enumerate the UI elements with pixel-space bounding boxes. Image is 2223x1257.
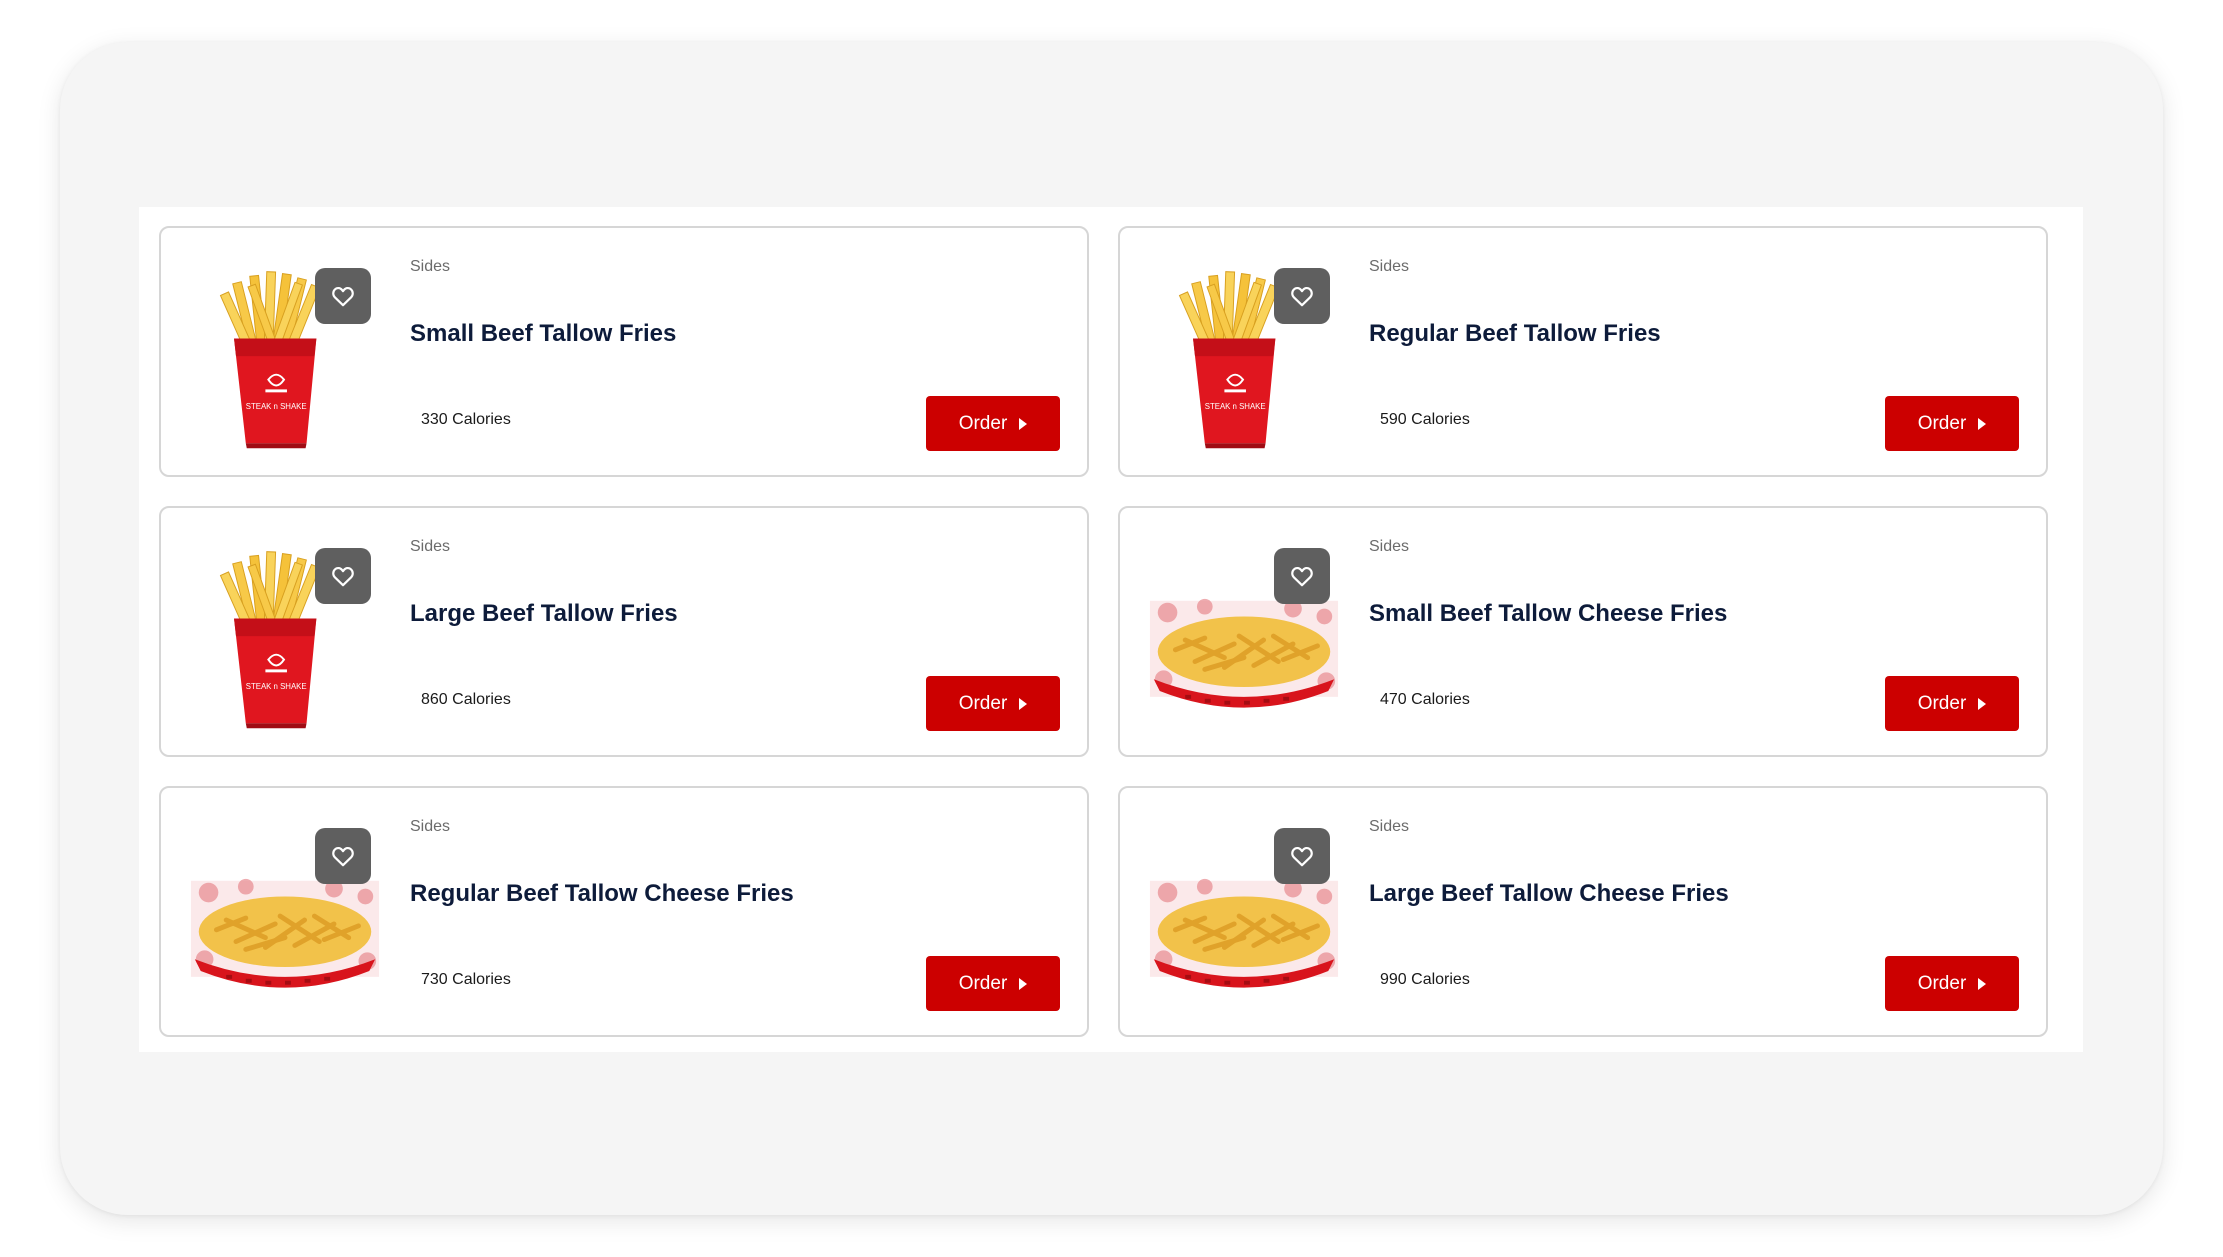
order-button[interactable]: Order [1885,676,2019,731]
heart-outline-icon [1289,563,1315,589]
caret-right-icon [1978,977,1987,990]
favorite-button[interactable] [1274,828,1330,884]
item-title[interactable]: Regular Beef Tallow Cheese Fries [410,880,794,908]
menu-item-card[interactable]: Sides Small Beef Tallow Cheese Fries 470… [1118,506,2048,757]
item-calories: 470 Calories [1380,691,1470,708]
favorite-button[interactable] [315,828,371,884]
menu-item-card[interactable]: Sides Large Beef Tallow Cheese Fries 990… [1118,786,2048,1037]
favorite-button[interactable] [315,548,371,604]
order-button[interactable]: Order [926,676,1060,731]
order-button[interactable]: Order [926,956,1060,1011]
heart-outline-icon [330,563,356,589]
heart-outline-icon [330,283,356,309]
item-calories: 330 Calories [421,411,511,428]
order-button[interactable]: Order [1885,956,2019,1011]
item-title[interactable]: Small Beef Tallow Fries [410,320,676,348]
order-button[interactable]: Order [1885,396,2019,451]
item-category: Sides [1369,258,1410,275]
item-calories: 990 Calories [1380,971,1470,988]
order-button-label: Order [958,972,1008,994]
heart-outline-icon [1289,283,1315,309]
heart-outline-icon [1289,843,1315,869]
order-button[interactable]: Order [926,396,1060,451]
menu-item-card[interactable]: Sides Regular Beef Tallow Cheese Fries 7… [159,786,1089,1037]
item-title[interactable]: Large Beef Tallow Fries [410,600,678,628]
item-category: Sides [1369,818,1410,835]
item-calories: 590 Calories [1380,411,1470,428]
item-category: Sides [410,258,451,275]
favorite-button[interactable] [1274,268,1330,324]
order-button-label: Order [958,412,1008,434]
caret-right-icon [1978,697,1987,710]
menu-item-card[interactable]: Sides Large Beef Tallow Fries 860 Calori… [159,506,1089,757]
caret-right-icon [1019,977,1028,990]
favorite-button[interactable] [315,268,371,324]
order-button-label: Order [1917,412,1967,434]
caret-right-icon [1978,417,1987,430]
menu-item-card[interactable]: Sides Regular Beef Tallow Fries 590 Calo… [1118,226,2048,477]
order-button-label: Order [958,692,1008,714]
item-category: Sides [1369,538,1410,555]
caret-right-icon [1019,697,1028,710]
item-title[interactable]: Large Beef Tallow Cheese Fries [1369,880,1729,908]
item-title[interactable]: Small Beef Tallow Cheese Fries [1369,600,1727,628]
caret-right-icon [1019,417,1028,430]
item-category: Sides [410,818,451,835]
item-category: Sides [410,538,451,555]
order-button-label: Order [1917,692,1967,714]
menu-item-card[interactable]: Sides Small Beef Tallow Fries 330 Calori… [159,226,1089,477]
heart-outline-icon [330,843,356,869]
item-calories: 730 Calories [421,971,511,988]
item-calories: 860 Calories [421,691,511,708]
favorite-button[interactable] [1274,548,1330,604]
item-title[interactable]: Regular Beef Tallow Fries [1369,320,1661,348]
order-button-label: Order [1917,972,1967,994]
menu-grid: Sides Small Beef Tallow Fries 330 Calori… [139,207,2083,1052]
